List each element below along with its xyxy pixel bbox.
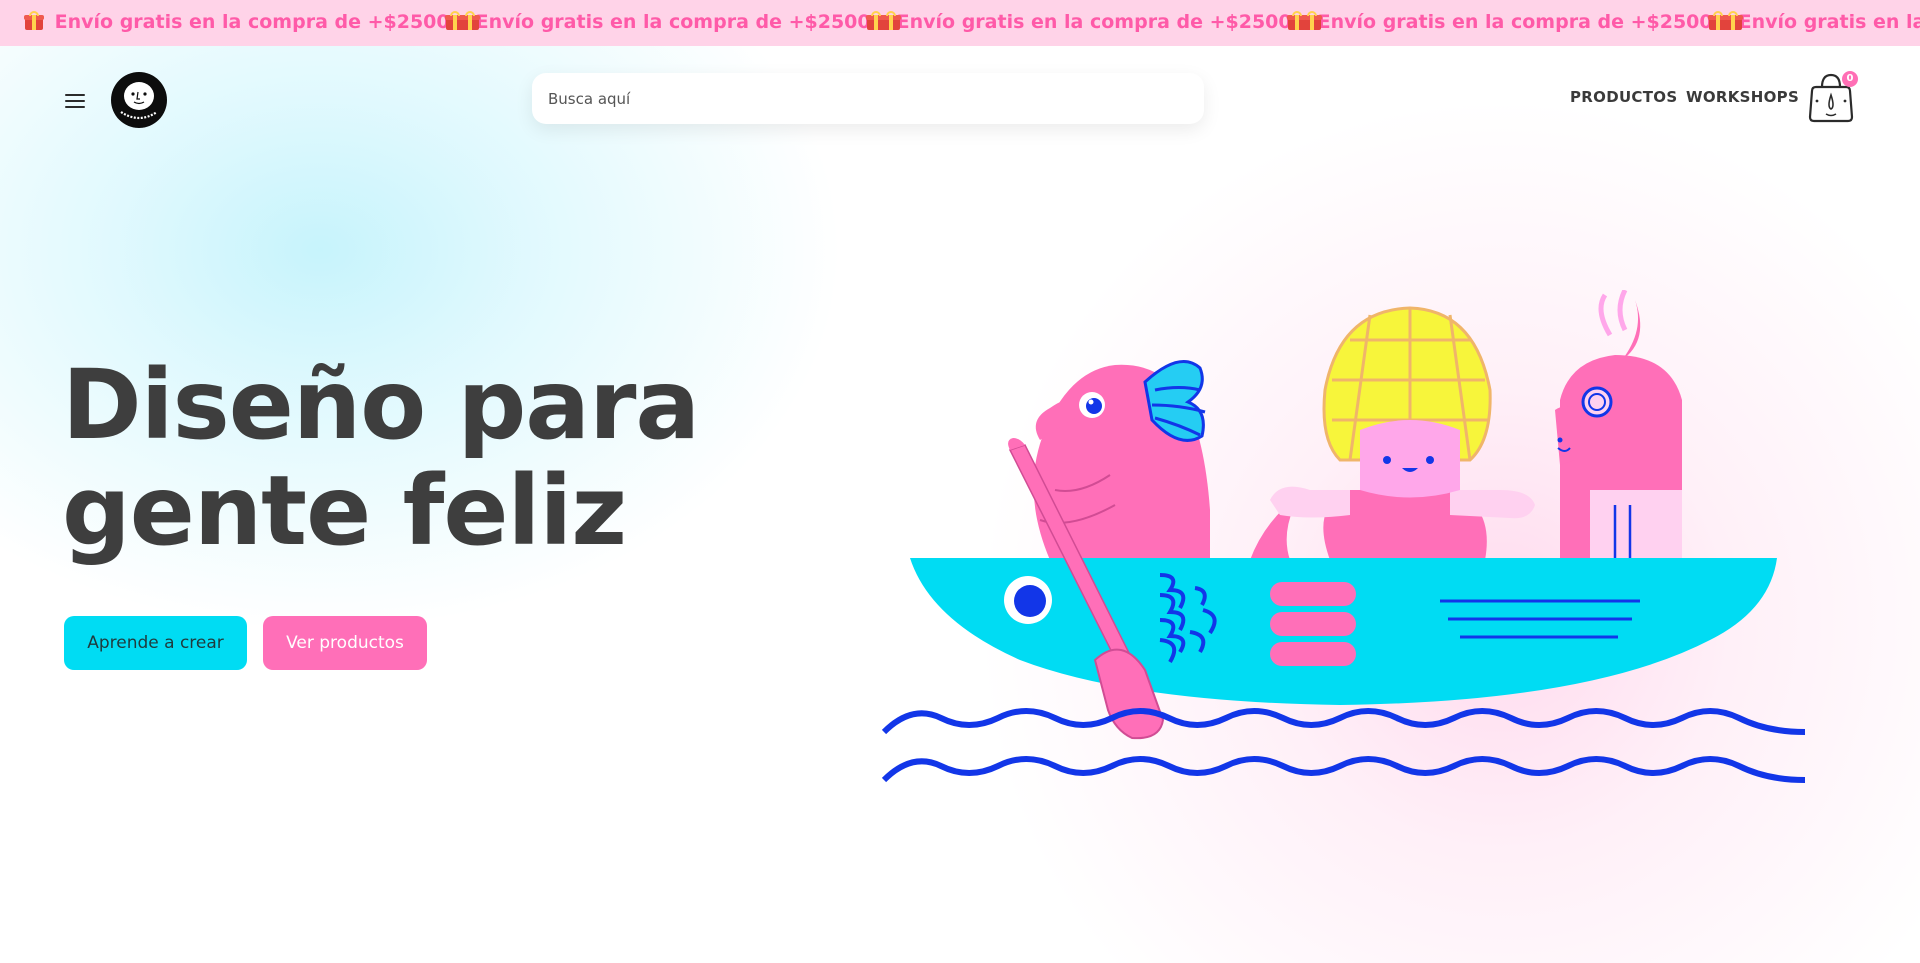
logo-face-icon	[112, 73, 166, 127]
announcement-item: Envío gratis en la compra de +$2500	[842, 0, 1323, 46]
gift-icon	[866, 11, 886, 30]
site-logo[interactable]	[111, 72, 167, 128]
hero-title-line-2: gente feliz	[62, 455, 627, 567]
announcement-item: Envío gratis en la compra de +$2500	[1263, 0, 1744, 46]
hero-title: Diseño para gente feliz	[62, 352, 702, 564]
announcement-text: Envío gratis en la compra de +$2500	[896, 11, 1292, 33]
gift-icon	[445, 11, 465, 30]
hamburger-menu-icon[interactable]	[64, 92, 88, 110]
announcement-bar: Envío gratis en la compra de +$2500 Enví…	[0, 0, 1920, 46]
announcement-text: Envío gratis en la compra de +$2500	[54, 11, 450, 33]
announcement-item: Envío gratis en la compra de +$2500	[0, 0, 481, 46]
learn-to-create-button[interactable]: Aprende a crear	[64, 616, 247, 670]
view-products-button[interactable]: Ver productos	[263, 616, 427, 670]
search-input[interactable]	[532, 73, 1204, 124]
gift-icon	[24, 11, 44, 30]
boat	[910, 558, 1777, 705]
site-header: PRODUCTOS WORKSHOPS 0	[0, 46, 1920, 156]
cart-button[interactable]: 0	[1806, 71, 1858, 123]
search-box	[532, 73, 1204, 124]
announcement-item: Envío gratis en la compra de +$2500	[421, 0, 902, 46]
announcement-item: Envío gratis en la compra de +$2500	[1684, 0, 1920, 46]
corn-character	[1270, 306, 1535, 560]
hero-illustration	[881, 290, 1806, 783]
waves	[881, 708, 1806, 783]
announcement-text: Envío gratis en la compra de +$2500	[1317, 11, 1713, 33]
hero-title-line-1: Diseño para	[62, 349, 700, 461]
announcement-text: Envío gratis en la compra de +$2500	[475, 11, 871, 33]
nav-workshops-link[interactable]: WORKSHOPS	[1686, 88, 1799, 106]
monster-character	[1555, 290, 1682, 560]
cart-count-badge: 0	[1842, 71, 1858, 87]
announcement-text: Envío gratis en la compra de +$2500	[1738, 11, 1920, 33]
nav-productos-link[interactable]: PRODUCTOS	[1570, 88, 1677, 106]
gift-icon	[1708, 11, 1728, 30]
gift-icon	[1287, 11, 1307, 30]
